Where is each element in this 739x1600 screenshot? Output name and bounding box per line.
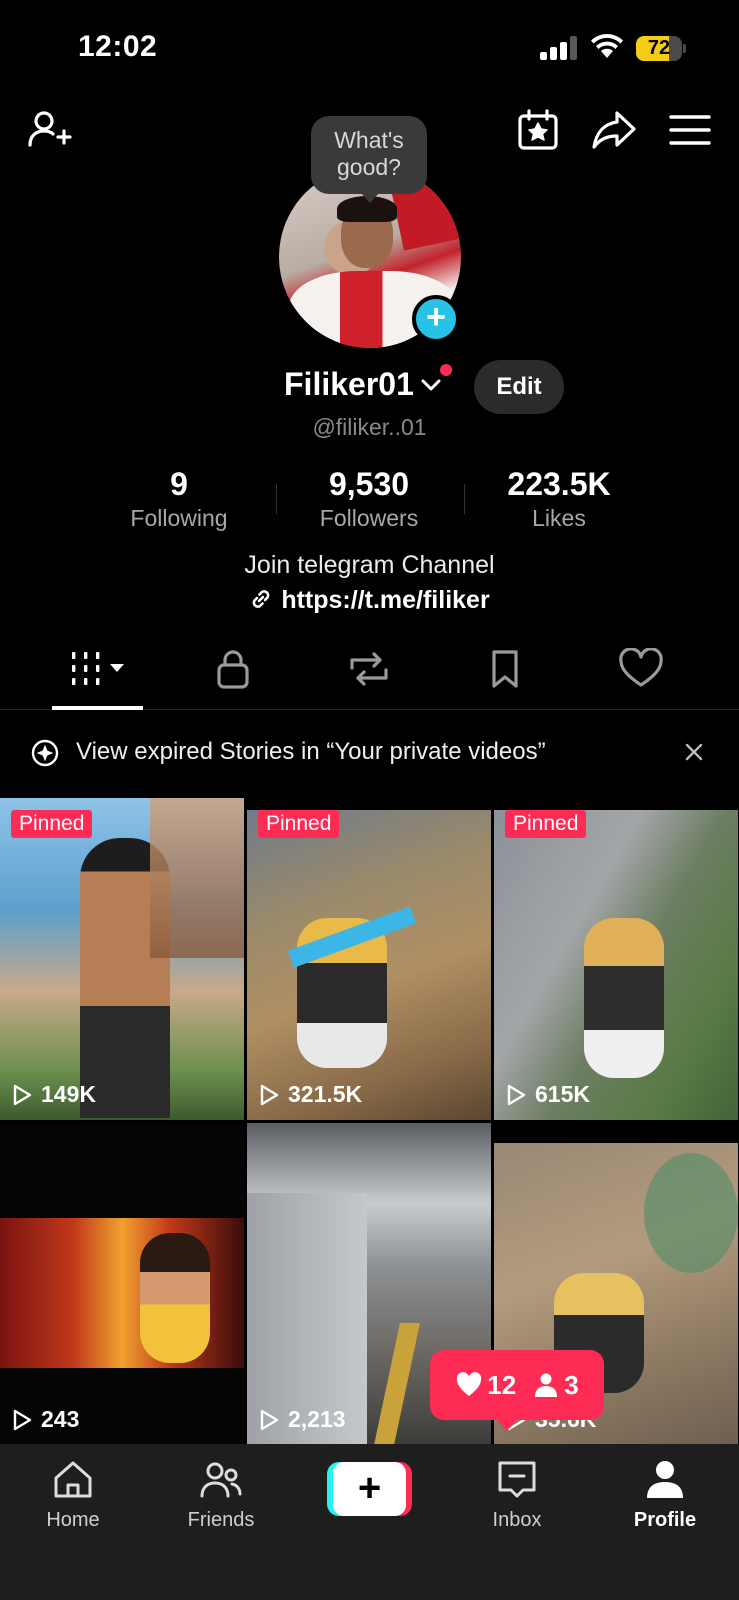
pinned-badge: Pinned — [505, 810, 587, 838]
video-thumbnail[interactable]: Pinned 615K — [494, 798, 738, 1120]
status-bar: 12:02 72 — [0, 0, 739, 100]
nav-label: Home — [46, 1509, 100, 1531]
video-thumbnail[interactable]: Pinned 149K — [0, 798, 244, 1120]
nav-label: Profile — [633, 1509, 697, 1531]
bio-text: Join telegram Channel — [244, 551, 495, 579]
view-count-text: 321.5K — [288, 1081, 363, 1107]
display-name: Filiker01 — [284, 366, 414, 402]
stories-sparkle-icon — [30, 738, 60, 768]
profile-tabs — [0, 640, 739, 710]
pinned-badge: Pinned — [11, 810, 93, 838]
divider — [276, 484, 277, 514]
stat-label: Following — [130, 505, 228, 531]
stat-value: 223.5K — [507, 466, 611, 502]
stat-likes[interactable]: 223.5K Likes — [469, 466, 649, 532]
calendar-star-icon[interactable] — [513, 105, 563, 155]
stat-followers[interactable]: 9,530 Followers — [279, 466, 459, 532]
nav-profile[interactable]: Profile — [605, 1458, 725, 1532]
view-count: 2,213 — [258, 1406, 346, 1433]
inbox-icon — [498, 1461, 536, 1498]
stat-following[interactable]: 9 Following — [89, 466, 269, 532]
create-button[interactable]: + — [327, 1462, 412, 1516]
link-icon — [249, 587, 273, 611]
video-thumbnail[interactable]: 243 — [0, 1123, 244, 1445]
bottom-nav: Home Friends + Inbox Profile — [0, 1444, 739, 1600]
divider — [464, 484, 465, 514]
bio-link-text: https://t.me/filiker — [281, 586, 490, 614]
likes-count: 12 — [487, 1369, 517, 1400]
chevron-down-icon[interactable] — [420, 374, 442, 396]
nav-label: Friends — [187, 1509, 255, 1531]
stat-label: Followers — [319, 505, 419, 531]
stories-banner-text: View expired Stories in “Your private vi… — [76, 738, 546, 765]
nav-friends[interactable]: Friends — [161, 1458, 281, 1532]
view-count: 149K — [11, 1081, 96, 1108]
view-count-text: 149K — [41, 1081, 96, 1107]
stat-value: 9,530 — [328, 466, 410, 502]
nav-label: Inbox — [492, 1509, 542, 1531]
play-icon — [13, 1409, 32, 1430]
friends-icon — [200, 1462, 242, 1498]
heart-icon[interactable] — [616, 647, 666, 690]
activity-notification-pill[interactable]: 12 3 — [430, 1350, 604, 1431]
close-icon[interactable] — [682, 740, 706, 764]
home-icon — [54, 1461, 92, 1498]
nav-home[interactable]: Home — [13, 1458, 133, 1532]
cellular-signal-icon — [540, 36, 578, 60]
stat-label: Likes — [532, 505, 586, 531]
stat-value: 9 — [170, 466, 188, 502]
add-friend-icon[interactable] — [25, 105, 75, 155]
status-time: 12:02 — [78, 30, 158, 63]
view-count: 243 — [11, 1406, 79, 1433]
heart-filled-icon — [457, 1372, 482, 1396]
battery-percent: 72 — [647, 37, 671, 59]
wifi-icon — [590, 32, 624, 60]
view-count: 321.5K — [258, 1081, 362, 1108]
bookmark-icon[interactable] — [480, 648, 530, 690]
lock-icon[interactable] — [208, 648, 258, 690]
pinned-badge: Pinned — [258, 810, 340, 838]
nav-inbox[interactable]: Inbox — [457, 1458, 577, 1532]
video-grid: Pinned 149K Pinned 321.5K Pinned 615K 24… — [0, 798, 739, 1445]
view-count-text: 243 — [41, 1406, 80, 1432]
bio-link[interactable]: https://t.me/filiker — [0, 586, 739, 615]
plus-icon: + — [333, 1462, 406, 1516]
tab-videos[interactable] — [70, 648, 132, 690]
share-icon[interactable] — [589, 105, 639, 155]
username: @filiker..01 — [312, 414, 427, 440]
view-count-text: 615K — [535, 1081, 590, 1107]
battery-icon: 72 — [636, 36, 686, 61]
view-count: 615K — [505, 1081, 590, 1108]
followers-count: 3 — [564, 1369, 579, 1400]
expired-stories-banner[interactable]: View expired Stories in “Your private vi… — [0, 710, 739, 798]
play-icon — [13, 1084, 32, 1105]
profile-icon — [647, 1461, 683, 1498]
notification-dot — [440, 364, 452, 376]
video-thumbnail[interactable]: Pinned 321.5K — [247, 798, 491, 1120]
play-icon — [260, 1409, 279, 1430]
note-bubble[interactable]: What's good? — [311, 116, 427, 203]
play-icon — [260, 1084, 279, 1105]
view-count-text: 2,213 — [288, 1406, 346, 1432]
play-icon — [507, 1084, 526, 1105]
menu-icon[interactable] — [665, 105, 715, 155]
edit-profile-button[interactable]: Edit — [474, 360, 564, 414]
repost-icon[interactable] — [344, 648, 394, 690]
person-icon — [535, 1373, 558, 1397]
add-story-button[interactable]: + — [412, 295, 460, 343]
